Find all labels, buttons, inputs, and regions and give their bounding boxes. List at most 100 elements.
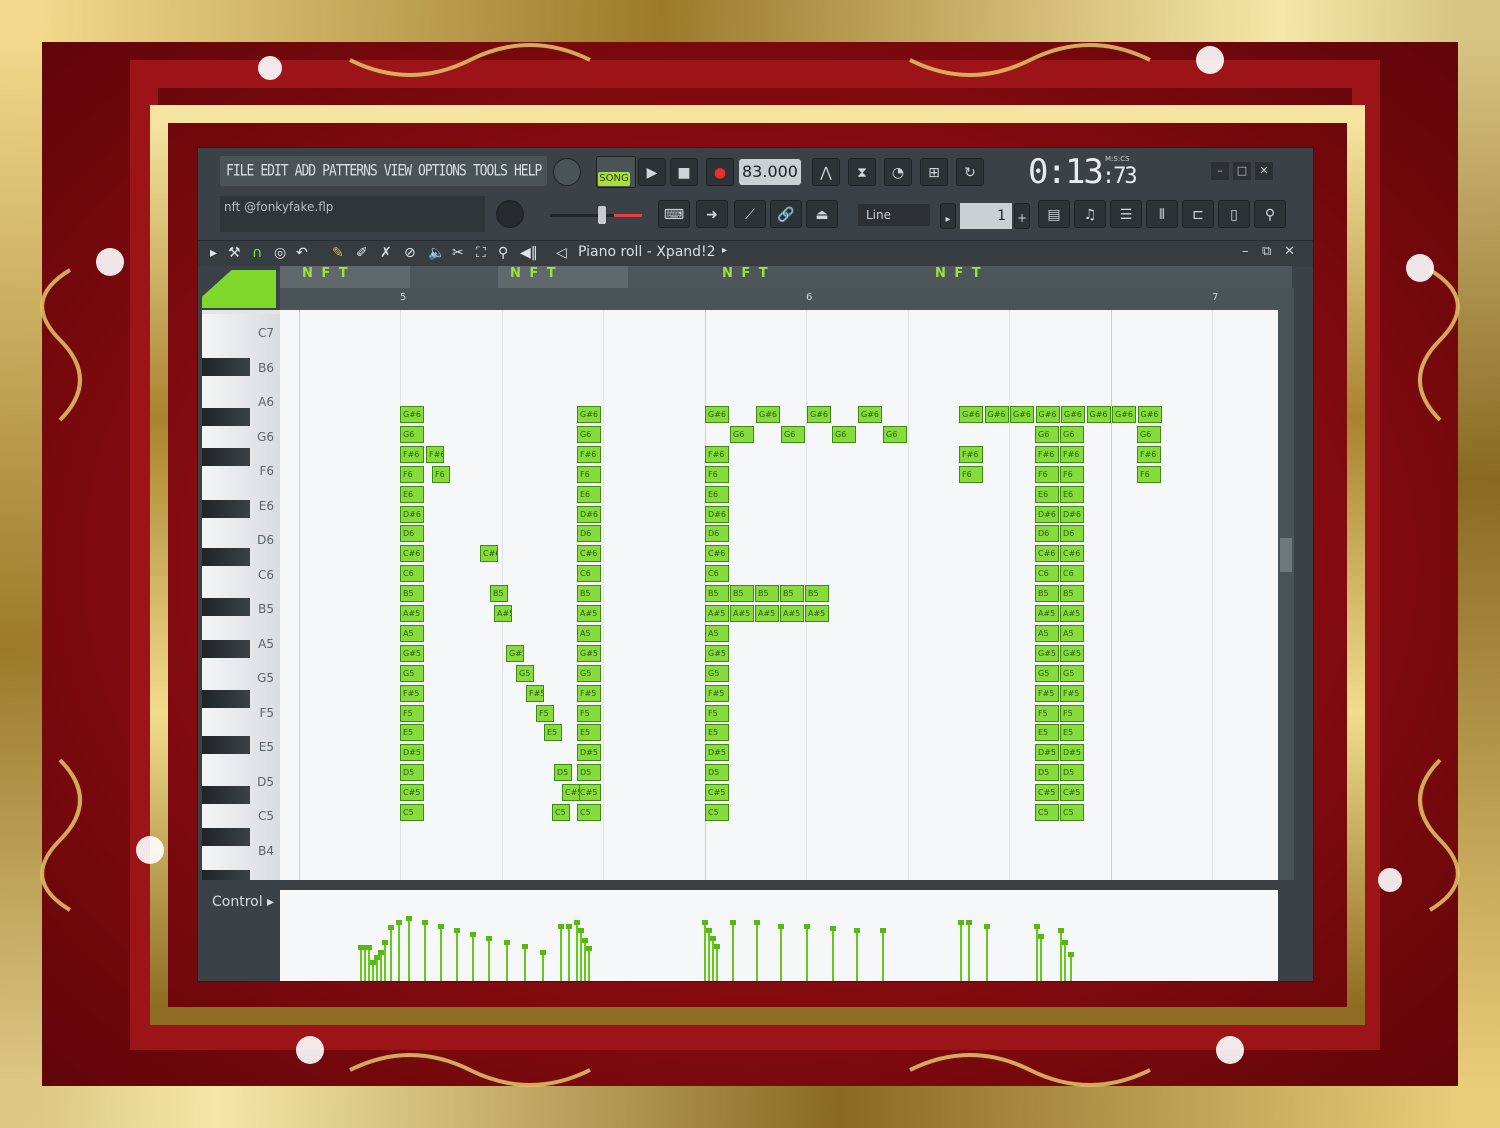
velocity-bar[interactable]: [778, 924, 784, 981]
playlist-button[interactable]: ▤: [1038, 200, 1070, 228]
velocity-bar[interactable]: [830, 926, 836, 981]
note-block[interactable]: F5: [400, 704, 424, 722]
note-block[interactable]: G#5: [577, 644, 601, 662]
note-block[interactable]: F6: [432, 465, 450, 483]
note-block[interactable]: B5: [490, 585, 508, 603]
note-block[interactable]: D#5: [400, 744, 424, 762]
note-block[interactable]: B5: [1035, 585, 1059, 603]
note-block[interactable]: G#6: [1010, 406, 1034, 423]
note-block[interactable]: B5: [400, 585, 424, 603]
note-block[interactable]: F#6: [705, 445, 729, 463]
note-block[interactable]: G#6: [959, 406, 983, 423]
pattern-overview-strip[interactable]: N F T N F T N F T N F T: [280, 266, 1292, 288]
note-block[interactable]: E6: [400, 485, 424, 503]
minimize-button[interactable]: –: [1211, 162, 1229, 180]
menu-arrow-icon[interactable]: ▸: [210, 245, 217, 261]
velocity-bar[interactable]: [406, 916, 412, 981]
magnet-icon[interactable]: ∩: [252, 245, 262, 261]
note-block[interactable]: C#6: [1035, 545, 1059, 563]
note-block[interactable]: B5: [805, 585, 829, 603]
menu-help[interactable]: HELP: [514, 162, 542, 180]
note-block[interactable]: F6: [1060, 465, 1084, 483]
note-block[interactable]: E5: [705, 724, 729, 742]
velocity-bar[interactable]: [388, 925, 394, 981]
play-button[interactable]: ▶: [638, 158, 666, 186]
black-key[interactable]: [202, 786, 250, 804]
title-chevron-icon[interactable]: ▸: [722, 245, 727, 256]
countdown-button[interactable]: ◔: [884, 158, 912, 186]
note-block[interactable]: A5: [1035, 624, 1059, 642]
menu-add[interactable]: ADD: [295, 162, 317, 180]
note-block[interactable]: B5: [755, 585, 779, 603]
velocity-bar[interactable]: [470, 932, 476, 981]
note-block[interactable]: C#6: [480, 545, 498, 563]
audio-input-button[interactable]: ⏏: [806, 200, 838, 228]
note-block[interactable]: C#5: [1060, 784, 1084, 802]
note-block[interactable]: D#5: [1060, 744, 1084, 762]
pattern-prev-button[interactable]: ▸: [940, 203, 956, 229]
velocity-bar[interactable]: [540, 950, 546, 981]
note-block[interactable]: A#5: [805, 605, 829, 622]
black-key[interactable]: [202, 358, 250, 376]
note-block[interactable]: C5: [705, 804, 729, 821]
pr-close-icon[interactable]: ✕: [1284, 244, 1295, 259]
menu-patterns[interactable]: PATTERNS: [322, 162, 378, 180]
pr-detach-icon[interactable]: ⧉: [1262, 244, 1271, 259]
menu-options[interactable]: OPTIONS: [418, 162, 467, 180]
loop-record-button[interactable]: ↻: [956, 158, 984, 186]
black-key[interactable]: [202, 870, 250, 880]
note-block[interactable]: G#6: [577, 406, 601, 423]
black-key[interactable]: [202, 448, 250, 466]
note-block[interactable]: D#5: [1035, 744, 1059, 762]
note-block[interactable]: B5: [705, 585, 729, 603]
note-block[interactable]: G#6: [756, 406, 780, 423]
menu-view[interactable]: VIEW: [384, 162, 412, 180]
note-block[interactable]: F#5: [1060, 684, 1084, 702]
note-block[interactable]: A5: [1060, 624, 1084, 642]
pr-minimize-icon[interactable]: –: [1242, 244, 1249, 259]
note-block[interactable]: G6: [883, 425, 907, 443]
note-block[interactable]: D6: [705, 525, 729, 543]
zoom-icon[interactable]: ⚲: [498, 245, 508, 261]
wait-input-button[interactable]: ⧗: [848, 158, 876, 186]
note-block[interactable]: E5: [544, 724, 562, 742]
velocity-bar[interactable]: [382, 940, 388, 981]
note-block[interactable]: G#5: [400, 644, 424, 662]
velocity-bar[interactable]: [558, 924, 564, 981]
velocity-bar[interactable]: [1038, 934, 1044, 981]
note-block[interactable]: D6: [1060, 525, 1084, 543]
note-block[interactable]: G#6: [400, 406, 424, 423]
note-block[interactable]: G5: [577, 664, 601, 682]
note-block[interactable]: D#6: [705, 505, 729, 523]
pattern-add-button[interactable]: +: [1014, 203, 1030, 229]
note-block[interactable]: D#6: [1060, 505, 1084, 523]
typing-keyboard-button[interactable]: ⌨: [658, 200, 690, 228]
note-block[interactable]: C6: [577, 565, 601, 583]
speaker-mute-icon[interactable]: 🔈: [428, 245, 445, 261]
select-tool-icon[interactable]: ⛶: [476, 245, 486, 261]
note-block[interactable]: D6: [400, 525, 424, 543]
note-block[interactable]: F#6: [577, 445, 601, 463]
note-block[interactable]: D#6: [577, 505, 601, 523]
note-block[interactable]: D#6: [1035, 505, 1059, 523]
note-block[interactable]: A#5: [780, 605, 804, 622]
note-block[interactable]: F6: [705, 465, 729, 483]
scrollbar-thumb[interactable]: [1280, 538, 1292, 572]
note-block[interactable]: E6: [705, 485, 729, 503]
maximize-button[interactable]: □: [1233, 162, 1251, 180]
note-block[interactable]: G6: [730, 425, 754, 443]
slice-tool-icon[interactable]: ✂: [452, 245, 464, 261]
note-block[interactable]: A#5: [705, 605, 729, 622]
velocity-bar[interactable]: [358, 945, 364, 981]
master-pitch-slider-thumb[interactable]: [598, 206, 606, 224]
note-block[interactable]: E5: [1060, 724, 1084, 742]
pencil-icon[interactable]: ✎: [332, 245, 344, 261]
note-block[interactable]: F#6: [426, 445, 444, 463]
note-block[interactable]: D#6: [400, 505, 424, 523]
pitch-knob[interactable]: [496, 200, 524, 228]
velocity-bar[interactable]: [1058, 928, 1064, 981]
mixer-button[interactable]: ⫴: [1146, 200, 1178, 228]
black-key[interactable]: [202, 828, 250, 846]
velocity-bar[interactable]: [486, 936, 492, 981]
velocity-bar[interactable]: [880, 928, 886, 981]
